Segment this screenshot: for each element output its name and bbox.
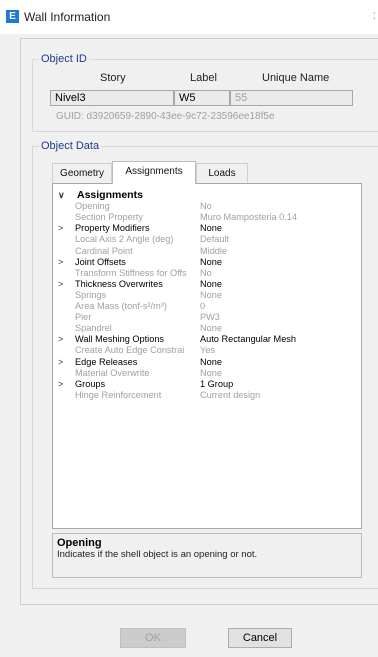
property-name: Opening [75, 201, 110, 212]
tab-geometry[interactable]: Geometry [52, 163, 112, 183]
property-name: Thickness Overwrites [75, 278, 163, 289]
property-name: Create Auto Edge Constrai [75, 345, 185, 356]
property-value: None [200, 256, 222, 267]
guid-text: GUID: d3920659-2890-43ee-9c72-23596ee18f… [56, 111, 275, 122]
property-value: None [200, 223, 222, 234]
expand-chevron-icon[interactable]: > [58, 334, 63, 345]
property-row[interactable]: Opening No [53, 201, 361, 212]
property-row[interactable]: > Thickness Overwrites None [53, 279, 361, 290]
unique-name-header: Unique Name [262, 72, 330, 84]
property-value: Yes [200, 345, 215, 356]
collapse-chevron-icon[interactable]: ∨ [58, 190, 65, 201]
expand-chevron-icon[interactable]: > [58, 257, 63, 268]
property-row[interactable]: Pier PW3 [53, 312, 361, 323]
property-value: None [200, 367, 222, 378]
property-name: Groups [75, 378, 106, 389]
tab-assignments[interactable]: Assignments [112, 161, 196, 184]
property-name: Edge Releases [75, 356, 138, 367]
category-row-assignments[interactable]: ∨ Assignments [53, 190, 361, 201]
property-row[interactable]: > Joint Offsets None [53, 257, 361, 268]
property-name: Section Property [75, 212, 143, 223]
property-name: Hinge Reinforcement [75, 389, 162, 400]
property-row[interactable]: Create Auto Edge Constrai Yes [53, 345, 361, 356]
expand-chevron-icon[interactable]: > [58, 379, 63, 390]
story-field: Nivel3 [50, 90, 174, 106]
property-value: No [200, 201, 212, 212]
object-id-title: Object ID [39, 53, 89, 65]
property-value: None [200, 356, 222, 367]
property-value: Muro Mamposteria 0.14 [200, 212, 298, 223]
property-value: None [200, 323, 222, 334]
label-field: W5 [174, 90, 230, 106]
property-value: Default [200, 234, 230, 245]
property-row[interactable]: Section Property Muro Mamposteria 0.14 [53, 212, 361, 223]
title-bar: E Wall Information : [0, 0, 378, 34]
property-value: 1 Group [200, 378, 234, 389]
property-name: Spandrel [75, 323, 112, 334]
tab-loads[interactable]: Loads [196, 163, 248, 183]
window-title: Wall Information [24, 10, 111, 24]
label-header: Label [190, 72, 217, 84]
property-row[interactable]: Material Overwrite None [53, 368, 361, 379]
property-name: Pier [75, 312, 92, 323]
property-name: Local Axis 2 Angle (deg) [75, 234, 174, 245]
property-row[interactable]: Area Mass (tonf-s²/m³) 0 [53, 301, 361, 312]
property-row[interactable]: Cardinal Point Middle [53, 246, 361, 257]
property-value: PW3 [200, 312, 220, 323]
property-name: Area Mass (tonf-s²/m³) [75, 301, 167, 311]
property-row[interactable]: Spandrel None [53, 323, 361, 334]
property-row[interactable]: Local Axis 2 Angle (deg) Default [53, 234, 361, 245]
description-title: Opening [57, 537, 102, 549]
property-value: 0 [200, 301, 206, 311]
property-row[interactable]: > Edge Releases None [53, 357, 361, 368]
app-icon: E [6, 10, 19, 23]
property-name: Material Overwrite [75, 367, 150, 378]
property-name: Springs [75, 289, 107, 300]
property-row[interactable]: > Wall Meshing Options Auto Rectangular Me… [53, 334, 361, 345]
property-value: None [200, 278, 222, 289]
object-data-title: Object Data [39, 140, 102, 152]
property-name: Cardinal Point [75, 245, 133, 256]
unique-name-field: 55 [230, 90, 353, 106]
property-name: Transform Stiffness for Offs [75, 267, 187, 278]
description-panel: Opening Indicates if the shell object is… [52, 533, 362, 578]
ok-button[interactable]: OK [120, 628, 186, 648]
property-value: Current design [200, 389, 261, 400]
property-row[interactable]: > Property Modifiers None [53, 223, 361, 234]
cancel-button[interactable]: Cancel [228, 628, 292, 648]
property-row[interactable]: Springs None [53, 290, 361, 301]
property-value: Middle [200, 245, 228, 256]
close-icon[interactable]: : [373, 8, 376, 22]
property-value: Auto Rectangular Mesh [200, 334, 297, 345]
expand-chevron-icon[interactable]: > [58, 279, 63, 290]
property-name: Wall Meshing Options [75, 334, 165, 345]
property-name: Joint Offsets [75, 256, 126, 267]
property-value: No [200, 267, 212, 278]
property-row[interactable]: Hinge Reinforcement Current design [53, 390, 361, 401]
property-name: Assignments [77, 190, 143, 201]
description-text: Indicates if the shell object is an open… [57, 549, 258, 560]
expand-chevron-icon[interactable]: > [58, 357, 63, 368]
property-name: Property Modifiers [75, 223, 150, 234]
expand-chevron-icon[interactable]: > [58, 223, 63, 234]
property-row[interactable]: > Groups 1 Group [53, 379, 361, 390]
property-value: None [200, 289, 222, 300]
property-row[interactable]: Transform Stiffness for Offs No [53, 268, 361, 279]
story-header: Story [100, 72, 126, 84]
